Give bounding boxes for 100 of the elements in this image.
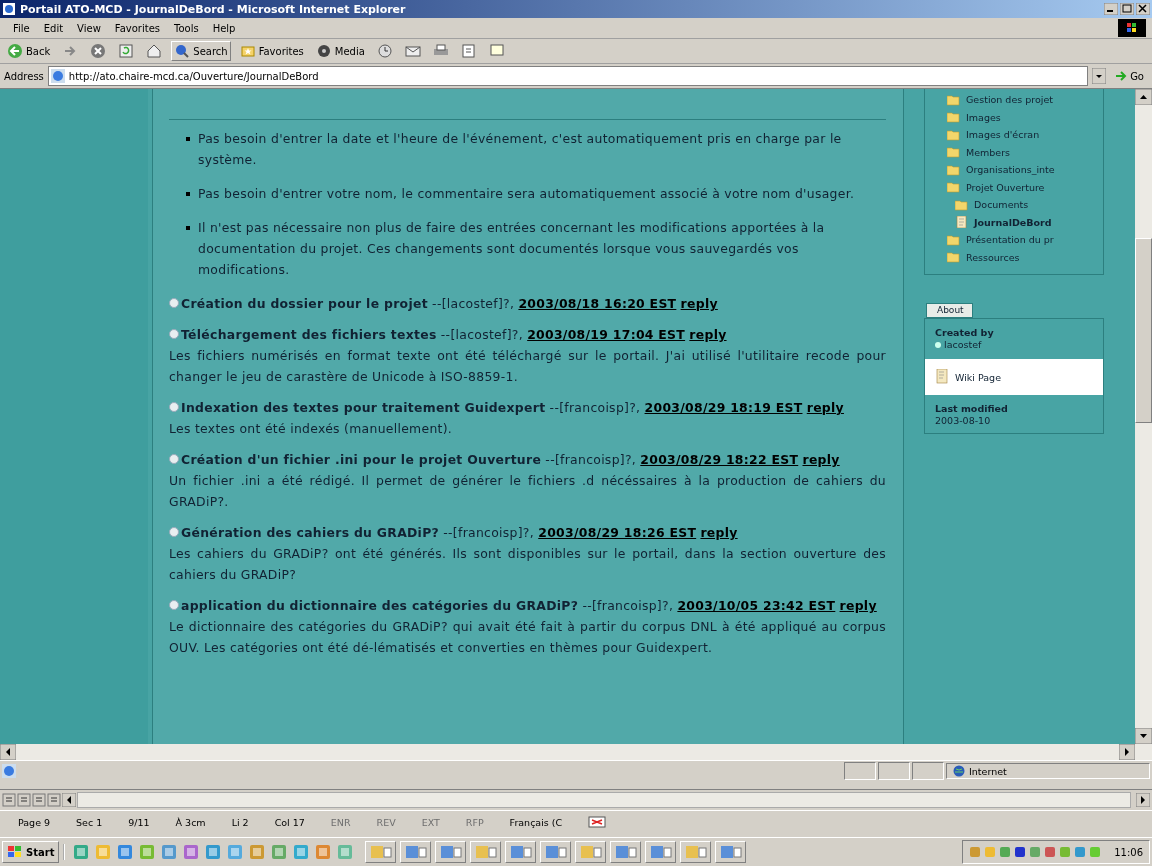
back-button[interactable]: Back [4, 41, 54, 61]
scroll-up-icon[interactable] [1135, 89, 1152, 105]
horizontal-scrollbar[interactable] [77, 792, 1131, 808]
task-button[interactable] [575, 841, 607, 863]
task-button[interactable] [715, 841, 747, 863]
normal-view-icon[interactable] [2, 793, 16, 807]
date-link[interactable]: 2003/08/29 18:26 EST [538, 525, 697, 540]
date-link[interactable]: 2003/08/29 18:19 EST [644, 400, 803, 415]
address-field[interactable]: http://ato.chaire-mcd.ca/Ouverture/JournalDeBord [47, 66, 1089, 86]
task-button[interactable] [470, 841, 502, 863]
app-icon[interactable] [73, 844, 90, 860]
app-icon[interactable] [249, 844, 266, 860]
start-button[interactable]: Start [2, 841, 60, 863]
window-title: Portail ATO-MCD - JournalDeBord - Microsoft Internet Explorer [20, 2, 407, 16]
app-icon[interactable] [227, 844, 244, 860]
task-button[interactable] [645, 841, 677, 863]
date-link[interactable]: 2003/08/18 16:20 EST [518, 296, 677, 311]
go-button[interactable]: Go [1110, 69, 1148, 83]
tree-item[interactable]: Documents [955, 196, 1103, 214]
vertical-scrollbar[interactable] [1135, 89, 1152, 744]
web-view-icon[interactable] [17, 793, 31, 807]
task-button[interactable] [400, 841, 432, 863]
tree-item[interactable]: JournalDeBord [955, 213, 1103, 231]
zone-label: Internet [969, 765, 1007, 777]
tray-icon[interactable] [1014, 846, 1027, 858]
task-button[interactable] [505, 841, 537, 863]
date-link[interactable]: 2003/08/19 17:04 EST [527, 327, 686, 342]
spelling-icon[interactable] [588, 816, 607, 828]
status-item: Français (C [509, 816, 563, 828]
window-icon [404, 845, 427, 859]
app-icon[interactable] [183, 844, 200, 860]
entry-text: Le dictionnaire des catégories du GRADiP? qui avait été fait à partir du corpus DNL à été appliqué au corpus OUV. Les catégories ont été dé-lématisés et converties en thèmes pour Guidexpert. [169, 618, 886, 657]
task-button[interactable] [680, 841, 712, 863]
tree-item[interactable]: Images d'écran [947, 126, 1103, 144]
scroll-left-icon[interactable] [62, 793, 76, 807]
scroll-right-icon[interactable] [1119, 744, 1135, 760]
menu-item[interactable]: Favorites [107, 22, 167, 34]
maximize-button[interactable] [1120, 3, 1134, 15]
app-icon[interactable] [117, 844, 134, 860]
about-tab[interactable]: About [926, 303, 973, 318]
window-icon [439, 845, 462, 859]
comment-icon [169, 527, 179, 537]
close-button[interactable] [1136, 3, 1150, 15]
menu-item[interactable]: Tools [167, 22, 206, 34]
tree-item[interactable]: Images [947, 108, 1103, 126]
window-icon [684, 845, 707, 859]
app-icon[interactable] [205, 844, 222, 860]
reply-link[interactable]: reply [839, 598, 877, 613]
status-item: Page 9 [18, 816, 51, 828]
entry-heading: Téléchargement des fichiers textes --[lacostef]?, 2003/08/19 17:04 EST reply [169, 324, 886, 345]
search-button[interactable]: Search [171, 41, 231, 61]
tree-item[interactable]: Projet Ouverture [947, 178, 1103, 196]
window-icon [579, 845, 602, 859]
menu-item[interactable]: File [6, 22, 37, 34]
window-icon [474, 845, 497, 859]
reply-link[interactable]: reply [680, 296, 718, 311]
reply-link[interactable]: reply [806, 400, 844, 415]
document-icon [935, 369, 949, 385]
history-icon [376, 43, 393, 59]
entry-heading: Création d'un fichier .ini pour le projet Ouverture --[francoisp]?, 2003/08/29 18:22 EST reply [169, 449, 886, 470]
tree-item[interactable]: Members [947, 143, 1103, 161]
tree-item[interactable]: Présentation du pr [947, 231, 1103, 249]
dropdown-arrow-icon[interactable] [1092, 68, 1107, 84]
scroll-left-icon[interactable] [0, 744, 16, 760]
horizontal-scrollbar[interactable] [0, 744, 1152, 760]
tree-item[interactable]: Organisations_inte [947, 161, 1103, 179]
tree-item[interactable]: Gestion des projet [947, 91, 1103, 109]
menu-item[interactable]: View [70, 22, 108, 34]
tree-item[interactable]: Ressources [947, 248, 1103, 266]
favorites-button[interactable]: Favorites [236, 41, 307, 61]
page-view-icon[interactable] [32, 793, 46, 807]
task-button[interactable] [540, 841, 572, 863]
reply-link[interactable]: reply [802, 452, 840, 467]
app-icon[interactable] [161, 844, 178, 860]
reply-link[interactable]: reply [700, 525, 738, 540]
globe-icon [953, 765, 965, 777]
reply-link[interactable]: reply [689, 327, 727, 342]
app-icon[interactable] [337, 844, 354, 860]
creator-link[interactable]: lacostef [944, 339, 982, 351]
menu-item[interactable]: Help [205, 22, 243, 34]
minimize-button[interactable] [1104, 3, 1118, 15]
date-link[interactable]: 2003/08/29 18:22 EST [640, 452, 799, 467]
tray-icon[interactable] [1044, 846, 1057, 858]
task-button[interactable] [435, 841, 467, 863]
scroll-right-icon[interactable] [1136, 793, 1150, 807]
status-item: 9/11 [128, 816, 150, 828]
task-button[interactable] [610, 841, 642, 863]
status-item: EXT [421, 816, 440, 828]
bullet-icon [186, 192, 190, 196]
modified-date: 2003-08-10 [935, 415, 992, 427]
scroll-down-icon[interactable] [1135, 728, 1152, 744]
app-icon[interactable] [315, 844, 332, 860]
windows-logo-icon [7, 845, 23, 859]
task-button[interactable] [365, 841, 397, 863]
app-icon[interactable] [271, 844, 288, 860]
app-icon[interactable] [293, 844, 310, 860]
app-icon[interactable] [139, 844, 156, 860]
media-button[interactable]: Media [312, 41, 368, 61]
date-link[interactable]: 2003/10/05 23:42 EST [677, 598, 836, 613]
menu-item[interactable]: Edit [36, 22, 71, 34]
